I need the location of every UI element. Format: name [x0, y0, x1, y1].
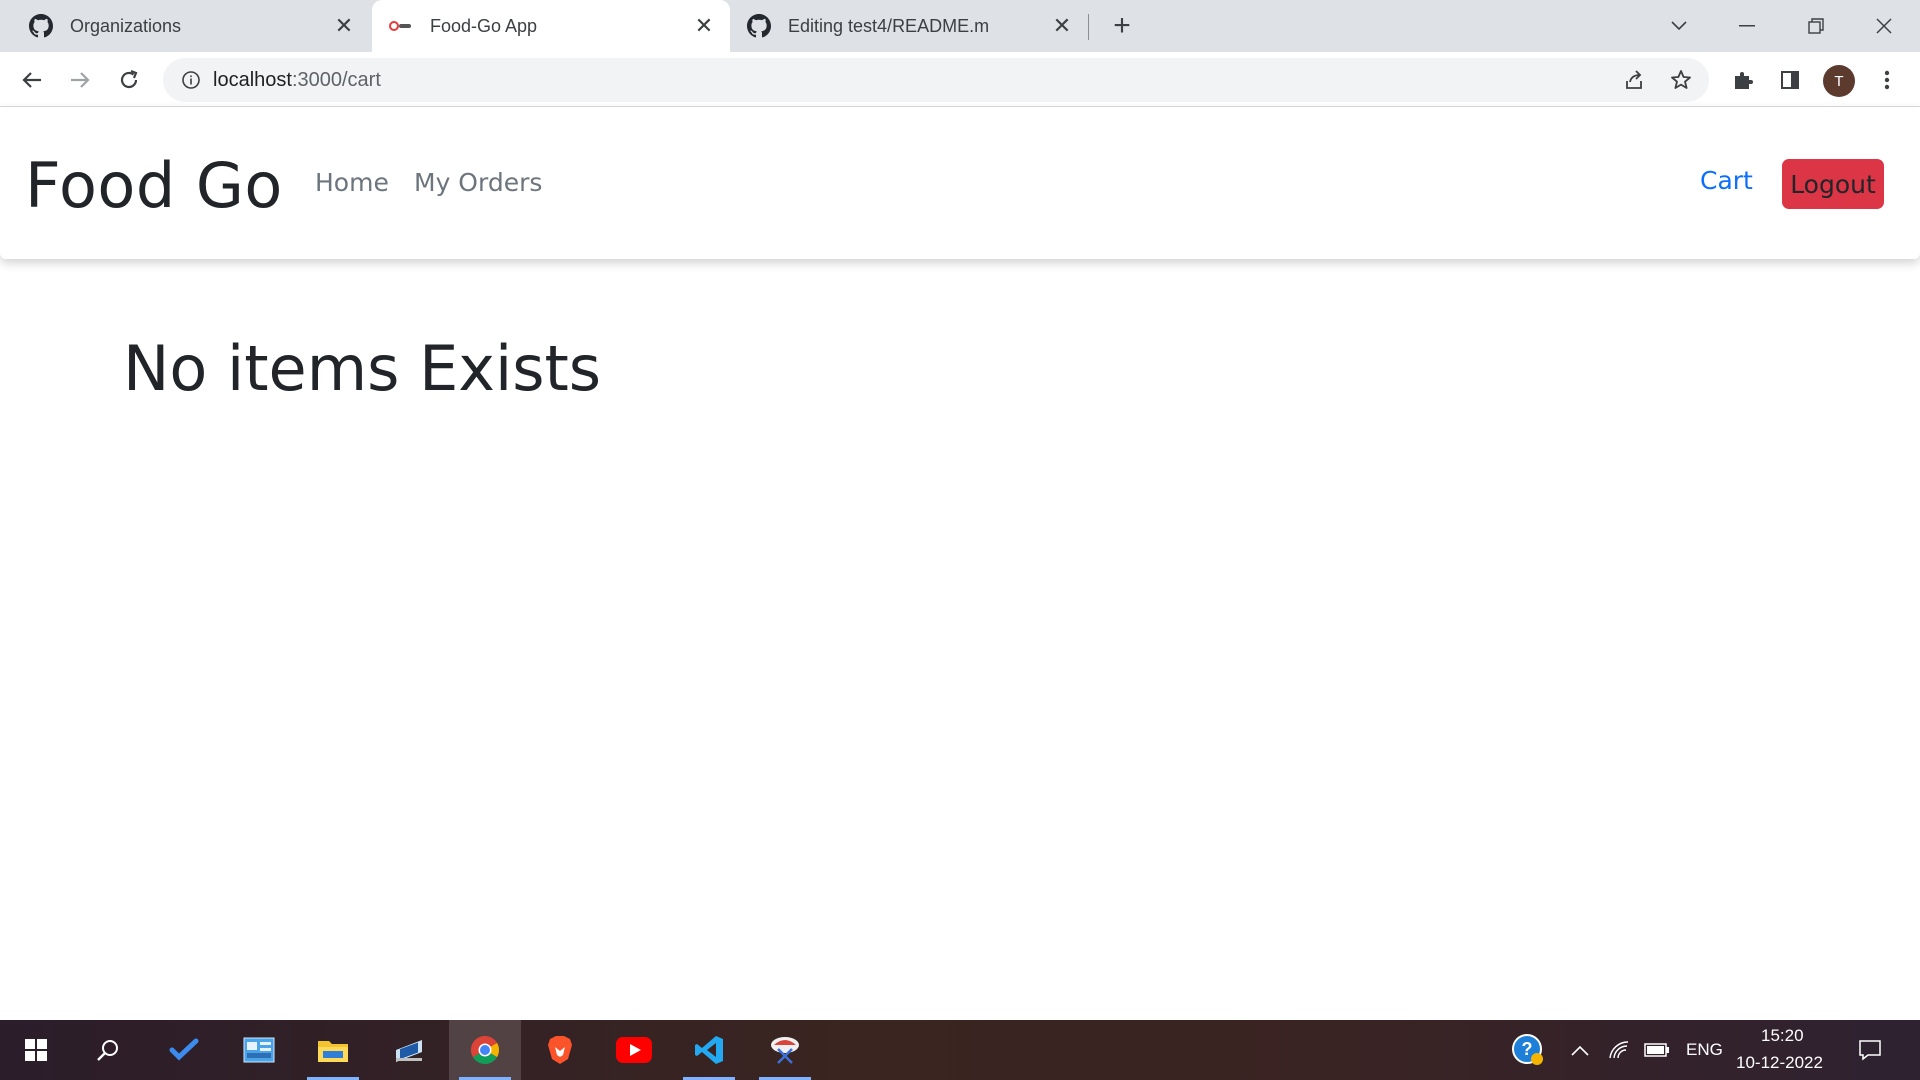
- restore-icon[interactable]: [1798, 8, 1834, 44]
- food-go-favicon: [389, 14, 413, 38]
- show-hidden-icons-icon[interactable]: [1560, 1020, 1600, 1080]
- forward-icon[interactable]: [64, 64, 96, 96]
- url-path: :3000/cart: [291, 69, 381, 91]
- windows-taskbar: ? ENG 15:20 10-12-2022: [0, 1020, 1920, 1080]
- reload-icon[interactable]: [113, 64, 145, 96]
- new-tab-button[interactable]: +: [1107, 11, 1137, 42]
- back-icon[interactable]: [16, 64, 48, 96]
- extensions-puzzle-icon[interactable]: [1727, 64, 1759, 96]
- url-host: localhost: [213, 69, 292, 91]
- share-icon[interactable]: [1622, 68, 1646, 92]
- youtube-icon[interactable]: [598, 1020, 670, 1080]
- nav-my-orders-link[interactable]: My Orders: [414, 168, 542, 197]
- notification-center-icon[interactable]: [1850, 1020, 1890, 1080]
- logout-button[interactable]: Logout: [1782, 159, 1884, 209]
- close-window-icon[interactable]: [1866, 8, 1902, 44]
- tab-organizations[interactable]: Organizations ✕: [0, 0, 370, 52]
- close-tab-icon[interactable]: ✕: [1050, 14, 1074, 38]
- address-bar[interactable]: localhost:3000/cart: [163, 58, 1709, 102]
- tab-title: Editing test4/README.md at mai: [788, 15, 988, 36]
- brand-logo-text[interactable]: Food Go: [25, 149, 283, 222]
- site-info-icon[interactable]: [179, 68, 203, 92]
- close-tab-icon[interactable]: ✕: [332, 14, 356, 38]
- more-menu-icon[interactable]: [1871, 64, 1903, 96]
- control-panel-icon[interactable]: [223, 1020, 295, 1080]
- help-tray-icon[interactable]: ?: [1503, 1020, 1553, 1080]
- battery-icon[interactable]: [1638, 1020, 1676, 1080]
- app-navbar: Food Go Home My Orders Cart Logout: [0, 107, 1920, 259]
- tab-search-icon[interactable]: [1661, 8, 1697, 44]
- clock-time[interactable]: 15:20: [1761, 1026, 1804, 1046]
- tab-title: Food-Go App: [430, 15, 538, 36]
- chrome-icon[interactable]: [449, 1020, 521, 1080]
- side-panel-icon[interactable]: [1774, 64, 1806, 96]
- search-icon[interactable]: [72, 1020, 144, 1080]
- language-indicator[interactable]: ENG: [1686, 1040, 1723, 1060]
- nav-home-link[interactable]: Home: [315, 168, 389, 197]
- remote-desktop-icon[interactable]: [373, 1020, 445, 1080]
- github-icon: [747, 14, 771, 38]
- bookmark-star-icon[interactable]: [1669, 68, 1693, 92]
- nav-cart-link[interactable]: Cart: [1700, 166, 1753, 195]
- snip-tool-icon[interactable]: [749, 1020, 821, 1080]
- tab-title: Organizations: [70, 15, 182, 36]
- github-icon: [29, 14, 53, 38]
- close-tab-icon[interactable]: ✕: [692, 14, 716, 38]
- tab-editing-readme[interactable]: Editing test4/README.md at mai ✕: [730, 0, 1088, 52]
- profile-avatar[interactable]: T: [1823, 65, 1855, 97]
- browser-toolbar: localhost:3000/cart T: [0, 52, 1920, 107]
- minimize-icon[interactable]: [1729, 8, 1765, 44]
- todo-icon[interactable]: [148, 1020, 220, 1080]
- web-page: Food Go Home My Orders Cart Logout No it…: [0, 107, 1920, 1020]
- tab-food-go-app[interactable]: Food-Go App ✕: [372, 0, 730, 52]
- file-explorer-icon[interactable]: [297, 1020, 369, 1080]
- wifi-icon[interactable]: [1600, 1020, 1638, 1080]
- clock-date[interactable]: 10-12-2022: [1736, 1053, 1823, 1073]
- tab-separator: [1088, 14, 1089, 40]
- empty-cart-message: No items Exists: [123, 332, 602, 405]
- brave-icon[interactable]: [524, 1020, 596, 1080]
- windows-start-icon[interactable]: [0, 1020, 72, 1080]
- vscode-icon[interactable]: [673, 1020, 745, 1080]
- svg-text:?: ?: [1522, 1039, 1533, 1059]
- url-text[interactable]: localhost:3000/cart: [213, 69, 381, 92]
- browser-tab-strip: Organizations ✕ Food-Go App ✕ Editing te…: [0, 0, 1920, 52]
